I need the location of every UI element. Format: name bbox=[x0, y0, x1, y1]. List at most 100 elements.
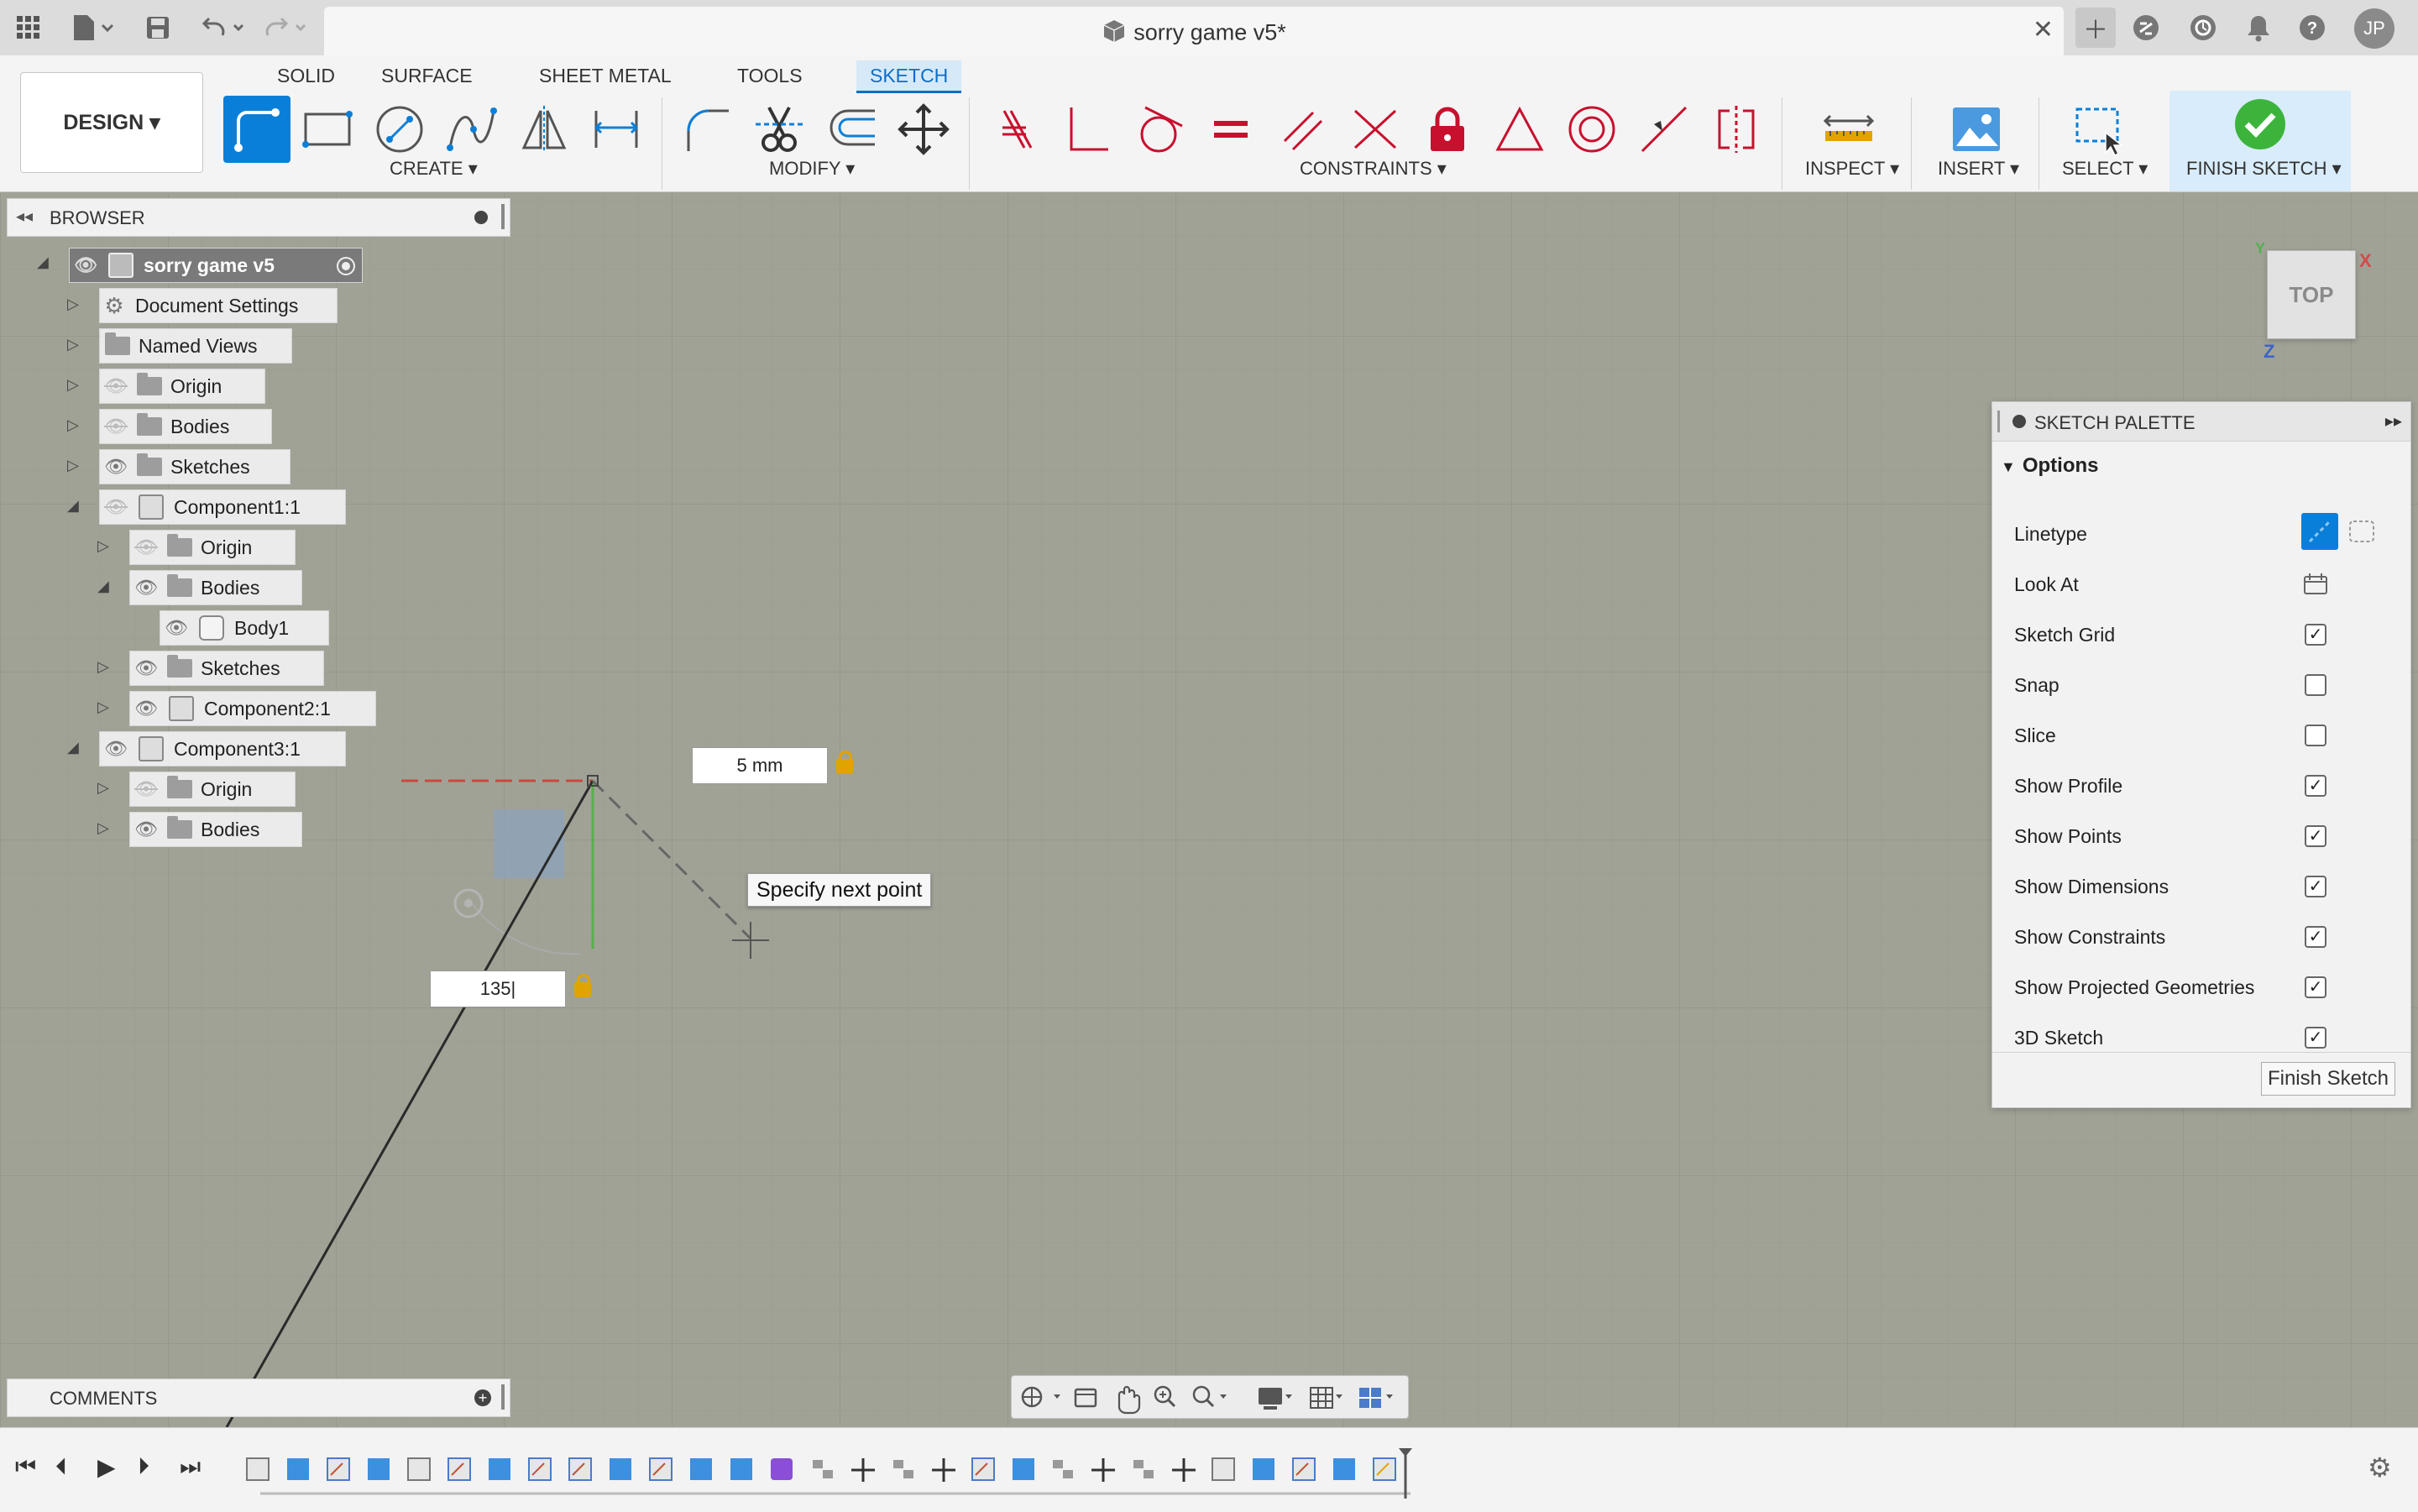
tree-node-body1[interactable]: 👁 Body1 bbox=[160, 610, 329, 646]
palette-resize-handle[interactable] bbox=[1997, 411, 2000, 432]
snap-checkbox[interactable] bbox=[2305, 674, 2326, 696]
activate-radio-icon[interactable] bbox=[337, 257, 355, 275]
tree-node-component2[interactable]: 👁 Component2:1 bbox=[129, 691, 376, 726]
sketch-grid-checkbox[interactable]: ✓ bbox=[2305, 624, 2326, 646]
section-collapse-icon[interactable]: ▼ bbox=[2001, 458, 2016, 475]
expand-toggle[interactable]: ◢ bbox=[67, 739, 79, 756]
slice-checkbox[interactable] bbox=[2305, 725, 2326, 746]
zoom-icon[interactable] bbox=[1154, 1385, 1176, 1408]
tree-node-component1-sketches[interactable]: 👁 Sketches bbox=[129, 651, 324, 686]
timeline-settings-gear-icon[interactable]: ⚙ bbox=[2368, 1452, 2392, 1483]
options-section-header[interactable]: ▼ Options bbox=[2001, 454, 2098, 478]
expand-toggle[interactable]: ▷ bbox=[97, 658, 109, 676]
expand-toggle[interactable]: ◢ bbox=[67, 497, 79, 515]
3d-sketch-checkbox[interactable]: ✓ bbox=[2305, 1027, 2326, 1049]
tree-node-component3-bodies[interactable]: 👁 Bodies bbox=[129, 812, 302, 847]
look-at-icon[interactable] bbox=[2303, 572, 2328, 600]
tree-node-bodies[interactable]: 👁 Bodies bbox=[99, 409, 272, 444]
visibility-eye-icon[interactable]: 👁 bbox=[70, 254, 102, 276]
timeline-feature-extrude-icon[interactable] bbox=[1333, 1458, 1355, 1480]
timeline-feature-sketch-icon[interactable] bbox=[246, 1457, 270, 1481]
browser-panel-header[interactable]: ◂◂ BROWSER bbox=[7, 198, 510, 237]
timeline-feature-move-icon[interactable] bbox=[851, 1458, 875, 1482]
zoom-window-icon[interactable] bbox=[1192, 1385, 1227, 1408]
timeline-feature-joint-icon[interactable] bbox=[1133, 1460, 1154, 1478]
panel-minimize-icon[interactable] bbox=[474, 211, 488, 224]
pan-hand-icon[interactable] bbox=[1117, 1385, 1141, 1415]
visibility-eye-icon[interactable]: 👁 bbox=[100, 456, 132, 478]
tree-node-component1-origin[interactable]: 👁 Origin bbox=[129, 530, 296, 565]
expand-toggle[interactable]: ▷ bbox=[97, 698, 109, 716]
tree-node-named-views[interactable]: Named Views bbox=[99, 328, 292, 364]
timeline-feature-sketch-icon[interactable] bbox=[1292, 1457, 1316, 1481]
timeline-marker[interactable] bbox=[1399, 1448, 1412, 1499]
orbit-icon[interactable] bbox=[1021, 1386, 1060, 1408]
visibility-eye-icon[interactable]: 👁 bbox=[130, 577, 162, 599]
timeline-feature-extrude-icon[interactable] bbox=[489, 1458, 510, 1480]
expand-toggle[interactable]: ▷ bbox=[67, 457, 79, 474]
length-dimension-input[interactable]: 5 mm bbox=[692, 747, 828, 784]
expand-toggle[interactable]: ▷ bbox=[67, 296, 79, 313]
expand-toggle[interactable]: ◢ bbox=[37, 254, 49, 271]
viewcube[interactable]: TOP bbox=[2267, 250, 2356, 339]
timeline-feature-body-icon[interactable] bbox=[1212, 1457, 1235, 1481]
grid-settings-icon[interactable] bbox=[1310, 1387, 1342, 1409]
add-comment-icon[interactable]: + bbox=[474, 1389, 491, 1406]
tree-node-origin[interactable]: 👁 Origin bbox=[99, 369, 265, 404]
palette-minimize-icon[interactable] bbox=[2012, 415, 2026, 428]
timeline-feature-sketch-icon[interactable] bbox=[327, 1457, 350, 1481]
palette-expand-icon[interactable]: ▸▸ bbox=[2385, 411, 2402, 432]
angle-dimension-input[interactable]: 135| bbox=[430, 971, 566, 1007]
hidden-eye-icon[interactable]: 👁 bbox=[100, 416, 132, 437]
look-at-nav-icon[interactable] bbox=[1074, 1388, 1097, 1408]
length-lock-icon[interactable] bbox=[836, 751, 853, 774]
display-settings-icon[interactable] bbox=[1259, 1388, 1292, 1410]
timeline-feature-sketch-icon[interactable] bbox=[528, 1457, 552, 1481]
timeline-feature-joint-icon[interactable] bbox=[893, 1460, 913, 1478]
timeline-feature-joint-icon[interactable] bbox=[813, 1460, 833, 1478]
hidden-eye-icon[interactable]: 👁 bbox=[130, 778, 162, 800]
timeline-feature-sketch-icon[interactable] bbox=[447, 1457, 471, 1481]
show-projected-geometries-checkbox[interactable]: ✓ bbox=[2305, 976, 2326, 998]
show-points-checkbox[interactable]: ✓ bbox=[2305, 825, 2326, 847]
timeline-feature-sketch-icon[interactable] bbox=[568, 1457, 592, 1481]
timeline-feature-active-sketch-icon[interactable] bbox=[1373, 1457, 1396, 1481]
tree-node-component1[interactable]: 👁 Component1:1 bbox=[99, 489, 346, 525]
comments-panel-header[interactable]: COMMENTS + bbox=[7, 1379, 510, 1417]
step-forward-icon[interactable]: ⏵ bbox=[138, 1453, 149, 1481]
tree-node-component3-origin[interactable]: 👁 Origin bbox=[129, 772, 296, 807]
timeline-feature-move-icon[interactable] bbox=[932, 1458, 955, 1482]
expand-toggle[interactable]: ▷ bbox=[97, 819, 109, 837]
expand-toggle[interactable]: ▷ bbox=[67, 376, 79, 394]
timeline-feature-sketch-icon[interactable] bbox=[649, 1457, 673, 1481]
panel-resize-handle[interactable] bbox=[501, 1384, 505, 1410]
hidden-eye-icon[interactable]: 👁 bbox=[100, 375, 132, 397]
go-to-end-icon[interactable]: ⏭ bbox=[180, 1453, 201, 1481]
sketch-palette-header[interactable]: SKETCH PALETTE ▸▸ bbox=[1992, 402, 2410, 442]
step-back-icon[interactable]: ⏴ bbox=[55, 1453, 67, 1481]
timeline-feature-body-icon[interactable] bbox=[407, 1457, 431, 1481]
finish-sketch-button[interactable]: Finish Sketch bbox=[2261, 1062, 2395, 1096]
hidden-eye-icon[interactable]: 👁 bbox=[130, 536, 162, 558]
timeline-feature-extrude-icon[interactable] bbox=[730, 1458, 752, 1480]
timeline-feature-extrude-icon[interactable] bbox=[1253, 1458, 1274, 1480]
construction-linetype-icon[interactable] bbox=[2301, 513, 2338, 550]
tree-node-component1-bodies[interactable]: 👁 Bodies bbox=[129, 570, 302, 605]
visibility-eye-icon[interactable]: 👁 bbox=[130, 819, 162, 840]
tree-node-root[interactable]: 👁 sorry game v5 bbox=[69, 248, 363, 283]
timeline-feature-extrude-icon[interactable] bbox=[610, 1458, 631, 1480]
show-constraints-checkbox[interactable]: ✓ bbox=[2305, 926, 2326, 948]
expand-toggle[interactable]: ▷ bbox=[97, 779, 109, 797]
timeline-feature-extrude-icon[interactable] bbox=[368, 1458, 390, 1480]
expand-toggle[interactable]: ▷ bbox=[67, 416, 79, 434]
timeline-feature-sketch-icon[interactable] bbox=[971, 1457, 995, 1481]
visibility-eye-icon[interactable]: 👁 bbox=[160, 617, 192, 639]
timeline-feature-move-icon[interactable] bbox=[1172, 1458, 1196, 1482]
viewports-icon[interactable] bbox=[1359, 1388, 1393, 1408]
show-profile-checkbox[interactable]: ✓ bbox=[2305, 775, 2326, 797]
timeline-feature-joint-icon[interactable] bbox=[1053, 1460, 1073, 1478]
tree-node-document-settings[interactable]: ⚙ Document Settings bbox=[99, 288, 338, 323]
timeline-feature-extrude-icon[interactable] bbox=[1013, 1458, 1034, 1480]
collapse-panel-icon[interactable]: ◂◂ bbox=[16, 206, 33, 227]
centerline-linetype-icon[interactable] bbox=[2347, 516, 2377, 547]
